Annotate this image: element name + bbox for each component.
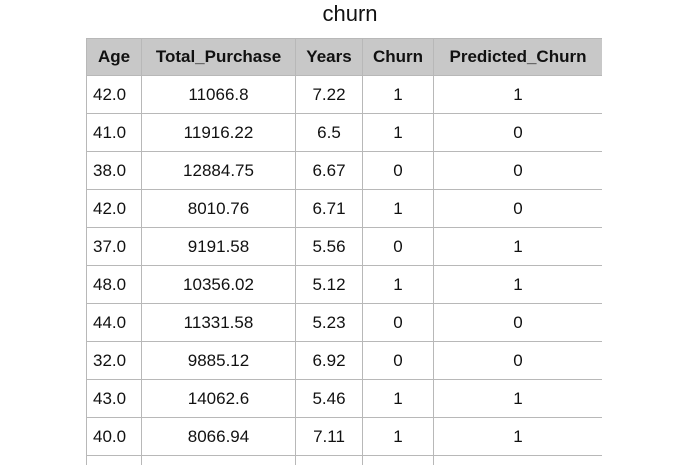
cell-churn: 1	[362, 113, 434, 152]
table-row-partial	[86, 455, 602, 465]
cell-years: 5.23	[295, 303, 363, 342]
cell-empty	[141, 455, 296, 465]
cell-churn: 1	[362, 189, 434, 228]
table-row: 37.0 9191.58 5.56 0 1	[86, 227, 602, 266]
table-row: 32.0 9885.12 6.92 0 0	[86, 341, 602, 380]
header-churn: Churn	[362, 38, 434, 76]
cell-age: 48.0	[86, 265, 142, 304]
cell-total-purchase: 11331.58	[141, 303, 296, 342]
cell-age: 41.0	[86, 113, 142, 152]
header-total-purchase: Total_Purchase	[141, 38, 296, 76]
cell-predicted-churn: 1	[433, 75, 602, 114]
cell-age: 32.0	[86, 341, 142, 380]
header-years: Years	[295, 38, 363, 76]
cell-total-purchase: 14062.6	[141, 379, 296, 418]
header-age: Age	[86, 38, 142, 76]
cell-total-purchase: 11066.8	[141, 75, 296, 114]
cell-total-purchase: 12884.75	[141, 151, 296, 190]
cell-age: 42.0	[86, 189, 142, 228]
table-row: 44.0 11331.58 5.23 0 0	[86, 303, 602, 342]
cell-years: 6.5	[295, 113, 363, 152]
cell-empty	[295, 455, 363, 465]
cell-age: 38.0	[86, 151, 142, 190]
churn-table: Age Total_Purchase Years Churn Predicted…	[86, 38, 602, 465]
cell-predicted-churn: 1	[433, 379, 602, 418]
cell-years: 5.46	[295, 379, 363, 418]
cell-age: 37.0	[86, 227, 142, 266]
table-title: churn	[322, 1, 378, 26]
cell-total-purchase: 9191.58	[141, 227, 296, 266]
cell-empty	[433, 455, 602, 465]
cell-years: 6.92	[295, 341, 363, 380]
cell-churn: 0	[362, 151, 434, 190]
table-row: 40.0 8066.94 7.11 1 1	[86, 417, 602, 456]
cell-years: 7.11	[295, 417, 363, 456]
cell-age: 42.0	[86, 75, 142, 114]
cell-years: 7.22	[295, 75, 363, 114]
cell-churn: 1	[362, 75, 434, 114]
table-row: 42.0 11066.8 7.22 1 1	[86, 75, 602, 114]
cell-churn: 0	[362, 227, 434, 266]
header-predicted-churn: Predicted_Churn	[433, 38, 602, 76]
cell-predicted-churn: 1	[433, 417, 602, 456]
table-row: 48.0 10356.02 5.12 1 1	[86, 265, 602, 304]
cell-churn: 1	[362, 379, 434, 418]
cell-total-purchase: 9885.12	[141, 341, 296, 380]
cell-predicted-churn: 0	[433, 113, 602, 152]
cell-predicted-churn: 0	[433, 303, 602, 342]
cell-empty	[362, 455, 434, 465]
cell-empty	[86, 455, 142, 465]
cell-age: 40.0	[86, 417, 142, 456]
cell-age: 43.0	[86, 379, 142, 418]
cell-churn: 0	[362, 341, 434, 380]
cell-churn: 0	[362, 303, 434, 342]
cell-years: 6.67	[295, 151, 363, 190]
table-row: 41.0 11916.22 6.5 1 0	[86, 113, 602, 152]
cell-churn: 1	[362, 265, 434, 304]
cell-predicted-churn: 0	[433, 189, 602, 228]
cell-total-purchase: 8010.76	[141, 189, 296, 228]
cell-years: 5.56	[295, 227, 363, 266]
data-table-container[interactable]: Age Total_Purchase Years Churn Predicted…	[86, 38, 602, 465]
cell-years: 5.12	[295, 265, 363, 304]
cell-predicted-churn: 1	[433, 265, 602, 304]
table-row: 38.0 12884.75 6.67 0 0	[86, 151, 602, 190]
cell-years: 6.71	[295, 189, 363, 228]
header-row: Age Total_Purchase Years Churn Predicted…	[86, 38, 602, 76]
cell-predicted-churn: 1	[433, 227, 602, 266]
cell-total-purchase: 10356.02	[141, 265, 296, 304]
table-row: 43.0 14062.6 5.46 1 1	[86, 379, 602, 418]
table-row: 42.0 8010.76 6.71 1 0	[86, 189, 602, 228]
cell-total-purchase: 11916.22	[141, 113, 296, 152]
cell-churn: 1	[362, 417, 434, 456]
cell-predicted-churn: 0	[433, 151, 602, 190]
cell-total-purchase: 8066.94	[141, 417, 296, 456]
cell-age: 44.0	[86, 303, 142, 342]
cell-predicted-churn: 0	[433, 341, 602, 380]
